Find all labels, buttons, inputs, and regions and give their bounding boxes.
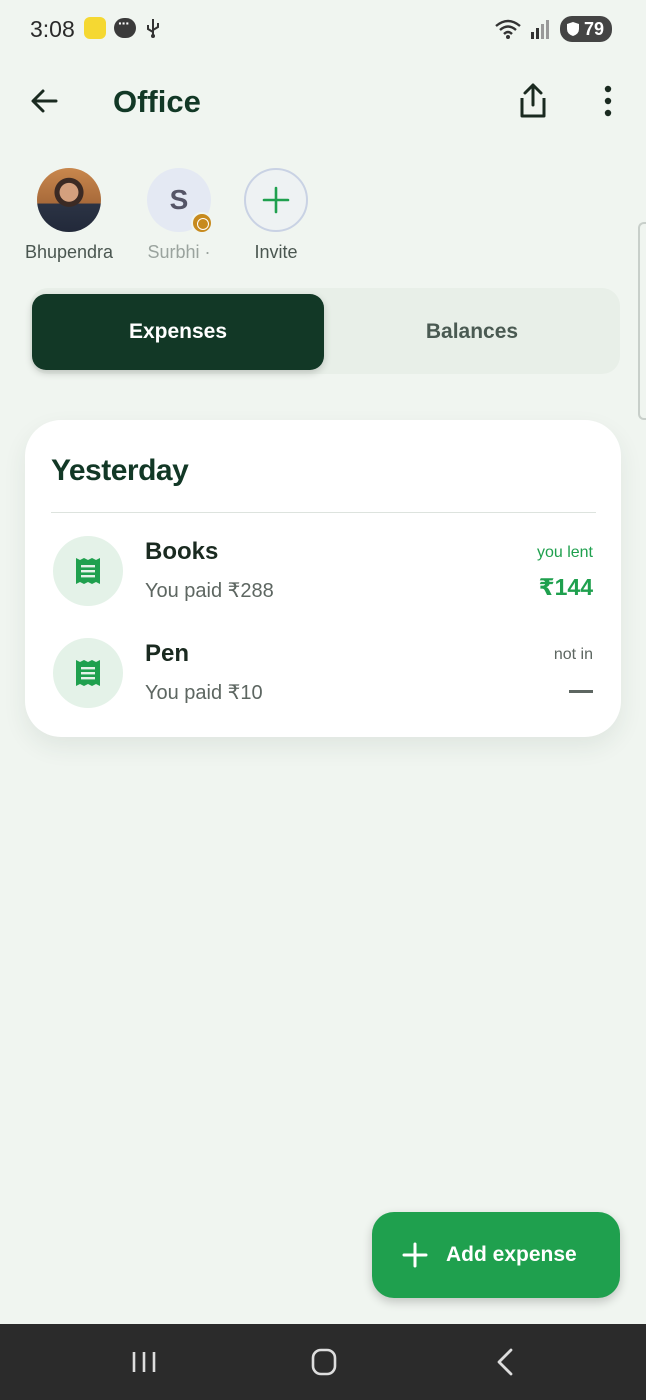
member-bhupendra[interactable]: Bhupendra [14, 168, 124, 263]
plus-icon [402, 1242, 428, 1268]
back-nav-icon[interactable] [484, 1340, 528, 1384]
home-icon[interactable] [302, 1340, 346, 1384]
expense-status: not in [553, 646, 593, 663]
notification-icons [84, 15, 162, 39]
divider [51, 512, 596, 513]
plus-icon [262, 186, 290, 214]
no-amount-dash [569, 690, 593, 693]
expense-subtitle: You paid ₹10 [145, 682, 263, 704]
status-bar: 3:08 79 [0, 0, 646, 60]
expense-subtitle: You paid ₹288 [145, 580, 274, 602]
member-name: Invite [254, 242, 298, 262]
edge-panel-handle[interactable] [638, 222, 646, 420]
member-surbhi[interactable]: S Surbhi · [124, 168, 234, 263]
expense-status: you lent [536, 544, 593, 561]
expense-name: Pen [145, 640, 190, 667]
add-expense-label: Add expense [446, 1243, 577, 1266]
segmented-tabs: Expenses Balances [30, 288, 620, 374]
tab-balances[interactable]: Balances [326, 294, 618, 370]
member-name: Surbhi · [147, 242, 211, 262]
expenses-card: Yesterday Books You paid ₹288 you lent ₹… [25, 420, 621, 737]
clock-icon [191, 212, 213, 234]
members-row: Bhupendra S Surbhi · Invite [0, 168, 646, 278]
tab-expenses[interactable]: Expenses [32, 294, 324, 370]
section-title: Yesterday [51, 454, 189, 487]
page-title: Office [113, 84, 201, 119]
chat-icon [114, 15, 136, 38]
arrow-left-icon[interactable] [24, 80, 66, 122]
battery-level: 79 [583, 18, 604, 39]
signal-icon [530, 20, 549, 39]
lemon-app-icon [84, 17, 106, 39]
receipt-icon [53, 536, 123, 606]
expense-name: Books [145, 538, 219, 565]
invite-avatar [244, 168, 308, 232]
wifi-icon [495, 19, 521, 39]
expense-amount: ₹144 [538, 574, 593, 600]
avatar [37, 168, 101, 232]
shield-icon [566, 22, 579, 36]
system-nav-bar [0, 1324, 646, 1400]
receipt-icon [53, 638, 123, 708]
share-icon[interactable] [512, 80, 554, 122]
more-vertical-icon[interactable] [590, 80, 626, 122]
expense-row-books[interactable]: Books You paid ₹288 you lent ₹144 [25, 536, 621, 626]
expense-row-pen[interactable]: Pen You paid ₹10 not in [25, 638, 621, 728]
member-name: Bhupendra [24, 242, 114, 262]
app-bar: Office [0, 66, 646, 138]
system-icons: 79 [494, 16, 612, 42]
add-expense-button[interactable]: Add expense [372, 1212, 620, 1298]
usb-icon [147, 19, 159, 38]
invite-button[interactable]: Invite [221, 168, 331, 263]
status-time: 3:08 [30, 16, 75, 42]
recent-apps-icon[interactable] [122, 1340, 166, 1384]
avatar: S [147, 168, 213, 234]
avatar-initial: S [169, 184, 189, 215]
battery-indicator: 79 [559, 16, 612, 42]
